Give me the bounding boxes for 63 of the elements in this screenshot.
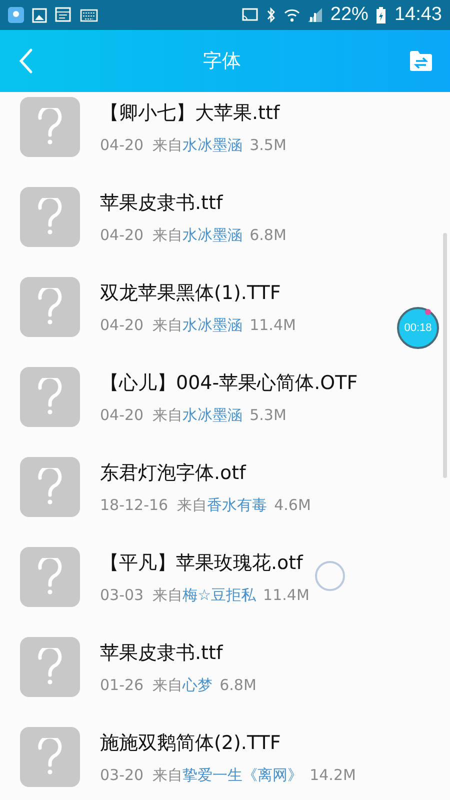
file-name[interactable]: 苹果皮隶书.ttf xyxy=(100,640,256,666)
file-size: 6.8M xyxy=(220,676,256,694)
question-mark-icon xyxy=(37,648,63,686)
file-date: 18-12-16 xyxy=(100,496,168,514)
source-user[interactable]: 水冰墨涵 xyxy=(182,406,243,424)
file-date: 04-20 xyxy=(100,406,144,424)
floating-timer[interactable]: 00:18 xyxy=(397,307,439,349)
source-user[interactable]: 挚爱一生《离网》 xyxy=(182,766,303,784)
file-size: 4.6M xyxy=(274,496,311,514)
signal-icon xyxy=(308,8,322,22)
page-title: 字体 xyxy=(203,49,241,74)
file-size: 14.2M xyxy=(310,766,356,784)
notification-dot xyxy=(425,309,431,315)
file-name[interactable]: 东君灯泡字体.otf xyxy=(100,460,311,486)
file-date: 04-20 xyxy=(100,136,144,154)
file-date: 01-26 xyxy=(100,676,144,694)
bluetooth-icon xyxy=(266,7,276,23)
source-user[interactable]: 水冰墨涵 xyxy=(182,316,243,334)
source-label: 来自 xyxy=(152,676,183,694)
keyboard-icon xyxy=(80,8,98,22)
source-user[interactable]: 水冰墨涵 xyxy=(182,226,243,244)
source-user[interactable]: 香水有毒 xyxy=(207,496,268,514)
file-date: 03-20 xyxy=(100,766,144,784)
file-name[interactable]: 苹果皮隶书.ttf xyxy=(100,190,286,216)
source-user[interactable]: 梅☆豆拒私 xyxy=(182,586,256,604)
file-size: 3.5M xyxy=(250,136,286,154)
source-label: 来自 xyxy=(152,226,183,244)
source-label: 来自 xyxy=(152,406,183,424)
question-mark-icon xyxy=(37,108,63,146)
file-name[interactable]: 【卿小七】大苹果.ttf xyxy=(100,100,286,126)
question-mark-icon xyxy=(37,468,63,506)
file-date: 04-20 xyxy=(100,226,144,244)
source-user[interactable]: 心梦 xyxy=(182,676,213,694)
file-date: 03-03 xyxy=(100,586,144,604)
battery-percent: 22% xyxy=(330,4,368,26)
question-mark-icon xyxy=(37,198,63,236)
app-notification-icon xyxy=(8,7,24,23)
file-size: 11.4M xyxy=(263,586,310,604)
file-size: 6.8M xyxy=(250,226,286,244)
wifi-icon xyxy=(284,8,300,22)
file-size: 11.4M xyxy=(250,316,296,334)
calendar-icon xyxy=(55,7,72,23)
file-date: 04-20 xyxy=(100,316,144,334)
battery-icon xyxy=(376,6,386,24)
file-name[interactable]: 【心儿】004-苹果心简体.OTF xyxy=(100,370,358,396)
image-icon xyxy=(32,8,47,22)
question-mark-icon xyxy=(37,738,63,776)
file-size: 5.3M xyxy=(250,406,286,424)
source-label: 来自 xyxy=(177,496,208,514)
file-name[interactable]: 施施双鹅简体(2).TTF xyxy=(100,730,356,756)
cast-icon xyxy=(242,8,258,22)
source-label: 来自 xyxy=(152,586,183,604)
source-user[interactable]: 水冰墨涵 xyxy=(182,136,243,154)
clock: 14:43 xyxy=(394,4,442,26)
question-mark-icon xyxy=(37,288,63,326)
source-label: 来自 xyxy=(152,766,183,784)
file-name[interactable]: 【平凡】苹果玫瑰花.otf xyxy=(100,550,310,576)
file-name[interactable]: 双龙苹果黑体(1).TTF xyxy=(100,280,296,306)
source-label: 来自 xyxy=(152,316,183,334)
question-mark-icon xyxy=(37,558,63,596)
source-label: 来自 xyxy=(152,136,183,154)
touch-indicator xyxy=(315,561,345,591)
question-mark-icon xyxy=(37,378,63,416)
